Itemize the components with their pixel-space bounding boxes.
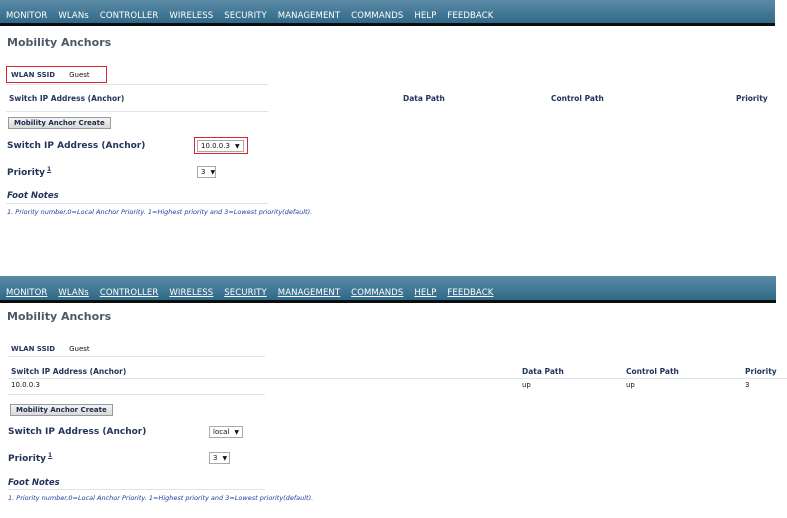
- wlan-ssid-value: Guest: [69, 70, 90, 79]
- foot-note-1: 1. Priority number,0=Local Anchor Priori…: [7, 208, 313, 216]
- col-data-path: Data Path: [522, 367, 564, 376]
- nav-help[interactable]: HELP: [414, 11, 436, 21]
- wlan-ssid-label: WLAN SSID: [11, 70, 56, 79]
- priority-select[interactable]: 3 ▼: [209, 452, 230, 464]
- priority-label-row: Priority 1: [8, 452, 52, 464]
- nav-security[interactable]: SECURITY: [224, 11, 267, 21]
- footnote-link[interactable]: 1: [48, 452, 52, 459]
- priority-label: Priority: [8, 454, 46, 464]
- nav-wlans[interactable]: WLANs: [58, 11, 88, 21]
- row-data-path: up: [522, 381, 531, 389]
- divider: [8, 394, 265, 395]
- chevron-down-icon: ▼: [222, 454, 228, 462]
- priority-selected-value: 3: [213, 454, 218, 462]
- nav-security[interactable]: SECURITY: [224, 288, 267, 298]
- wlan-ssid-value: Guest: [69, 345, 90, 353]
- nav-monitor[interactable]: MONITOR: [6, 288, 47, 298]
- switch-ip-select[interactable]: 10.0.0.3 ▼: [197, 140, 244, 152]
- divider: [8, 378, 787, 379]
- page-title: Mobility Anchors: [7, 36, 112, 49]
- priority-label-row: Priority 1: [7, 166, 51, 178]
- wlan-ssid-row: WLAN SSID Guest: [6, 66, 107, 83]
- nav-wlans[interactable]: WLANs: [58, 288, 88, 298]
- panel-after: MONITOR WLANs CONTROLLER WIRELESS SECURI…: [0, 276, 787, 518]
- mobility-anchor-create-button[interactable]: Mobility Anchor Create: [10, 404, 113, 416]
- foot-note-1: 1. Priority number,0=Local Anchor Priori…: [8, 494, 314, 502]
- nav-controller[interactable]: CONTROLLER: [100, 288, 159, 298]
- foot-notes-title: Foot Notes: [7, 191, 59, 201]
- priority-selected-value: 3: [201, 168, 206, 176]
- wlan-ssid-row: WLAN SSID Guest: [11, 345, 90, 353]
- wlan-ssid-label: WLAN SSID: [11, 345, 56, 353]
- col-control-path: Control Path: [551, 94, 604, 103]
- divider: [6, 203, 268, 204]
- switch-ip-label: Switch IP Address (Anchor): [7, 141, 146, 151]
- panel-before: MONITOR WLANs CONTROLLER WIRELESS SECURI…: [0, 0, 787, 262]
- switch-ip-label: Switch IP Address (Anchor): [8, 427, 147, 437]
- row-switch-ip: 10.0.0.3: [11, 381, 40, 389]
- nav-feedback[interactable]: FEEDBACK: [447, 11, 493, 21]
- nav-controller[interactable]: CONTROLLER: [100, 11, 159, 21]
- priority-select[interactable]: 3 ▼: [197, 166, 216, 178]
- top-nav-bar: MONITOR WLANs CONTROLLER WIRELESS SECURI…: [0, 0, 775, 26]
- priority-label: Priority: [7, 168, 45, 178]
- divider: [8, 489, 265, 490]
- nav-management[interactable]: MANAGEMENT: [278, 11, 340, 21]
- nav-commands[interactable]: COMMANDS: [351, 288, 403, 298]
- col-priority: Priority: [745, 367, 777, 376]
- footnote-link[interactable]: 1: [47, 166, 51, 173]
- nav-wireless[interactable]: WIRELESS: [169, 11, 213, 21]
- switch-ip-selected-value: 10.0.0.3: [201, 142, 230, 150]
- divider: [8, 356, 265, 357]
- page-title: Mobility Anchors: [7, 310, 112, 323]
- row-control-path: up: [626, 381, 635, 389]
- col-switch-ip: Switch IP Address (Anchor): [9, 94, 125, 103]
- divider: [6, 84, 268, 85]
- switch-ip-selected-value: local: [213, 428, 230, 436]
- nav-wireless[interactable]: WIRELESS: [169, 288, 213, 298]
- foot-notes-title: Foot Notes: [8, 478, 60, 488]
- nav-management[interactable]: MANAGEMENT: [278, 288, 340, 298]
- switch-ip-select[interactable]: local ▼: [209, 426, 243, 438]
- chevron-down-icon: ▼: [234, 142, 240, 150]
- chevron-down-icon: ▼: [210, 168, 216, 176]
- chevron-down-icon: ▼: [234, 428, 239, 436]
- col-data-path: Data Path: [403, 94, 445, 103]
- nav-commands[interactable]: COMMANDS: [351, 11, 403, 21]
- col-switch-ip: Switch IP Address (Anchor): [11, 367, 127, 376]
- nav-monitor[interactable]: MONITOR: [6, 11, 47, 21]
- col-control-path: Control Path: [626, 367, 679, 376]
- nav-feedback[interactable]: FEEDBACK: [447, 288, 493, 298]
- divider: [6, 111, 268, 112]
- top-nav-bar: MONITOR WLANs CONTROLLER WIRELESS SECURI…: [0, 276, 776, 303]
- row-priority: 3: [745, 381, 750, 389]
- mobility-anchor-create-button[interactable]: Mobility Anchor Create: [8, 117, 111, 129]
- col-priority: Priority: [736, 94, 768, 103]
- nav-help[interactable]: HELP: [414, 288, 436, 298]
